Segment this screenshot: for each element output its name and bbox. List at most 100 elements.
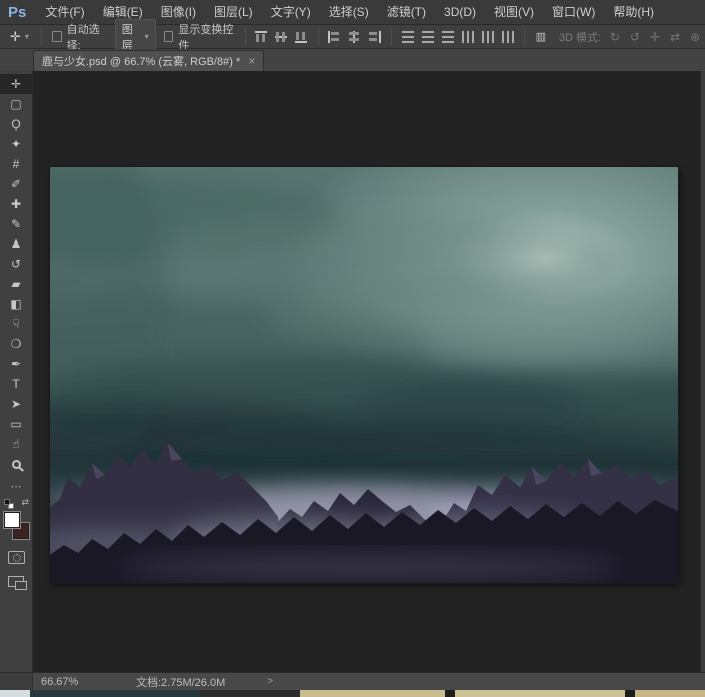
canvas-image[interactable] (50, 167, 678, 583)
current-tool-preset[interactable]: ✛ ▾ (0, 29, 35, 45)
align-right-icon (368, 31, 381, 43)
3d-roll-icon: ↺ (630, 30, 640, 44)
3d-scale-icon: ⊕ (690, 30, 700, 44)
tool-gradient[interactable]: ◧ (0, 294, 33, 314)
healing-brush-icon: ✚ (11, 198, 21, 210)
swap-colors-icon[interactable]: ⇄ (21, 497, 29, 508)
tool-pen[interactable]: ✒ (0, 354, 33, 374)
tool-eraser[interactable]: ▰ (0, 274, 33, 294)
edit-toolbar-button[interactable]: ⋯ (11, 480, 22, 493)
menu-filter[interactable]: 滤镜(T) (378, 0, 435, 24)
3d-slide-button[interactable]: ⇄ (665, 28, 685, 46)
tool-hand[interactable]: ☝ (0, 434, 33, 454)
zoom-level-field[interactable]: 66.67% (33, 676, 88, 688)
status-menu-chevron-icon[interactable]: > (267, 676, 273, 687)
tool-type[interactable]: T (0, 374, 33, 394)
align-top-icon (255, 31, 268, 43)
tool-crop[interactable]: # (0, 154, 33, 174)
distribute-hcenter-button[interactable] (478, 28, 498, 46)
tool-rectangular-marquee[interactable]: ▢ (0, 94, 33, 114)
tool-clone-stamp[interactable]: ♟ (0, 234, 33, 254)
quick-mask-button[interactable] (8, 551, 25, 564)
distribute-vcenter-button[interactable] (418, 28, 438, 46)
tool-rectangle[interactable]: ▭ (0, 414, 33, 434)
mode3d-label: 3D 模式: (559, 29, 601, 45)
separator (41, 28, 42, 46)
foreground-color-swatch[interactable] (4, 512, 20, 528)
distribute-left-button[interactable] (458, 28, 478, 46)
panel-edge (700, 71, 705, 672)
move-tool-icon: ✛ (10, 29, 21, 45)
3d-drag-button[interactable]: ✛ (645, 28, 665, 46)
3d-scale-button[interactable]: ⊕ (685, 28, 705, 46)
desktop-fragment (0, 690, 705, 697)
tool-dodge[interactable]: ❍ (0, 334, 33, 354)
separator (245, 28, 246, 46)
tools-panel: ✛ ▢ Ϙ ✦ # ✐ ✚ ✎ ♟ ↺ ▰ ◧ ☟ ❍ ✒ T ➤ ▭ ☝ ⋯ … (0, 71, 33, 672)
distribute-right-button[interactable] (498, 28, 518, 46)
auto-align-button[interactable]: ▥ (531, 28, 551, 46)
checkbox-icon (164, 31, 174, 42)
separator (391, 28, 392, 46)
smudge-icon: ☟ (12, 318, 19, 330)
3d-rotate-icon: ↻ (610, 30, 620, 44)
type-icon: T (12, 378, 19, 390)
tool-smudge[interactable]: ☟ (0, 314, 33, 334)
3d-rotate-button[interactable]: ↻ (605, 28, 625, 46)
document-tab[interactable]: 鹿与少女.psd @ 66.7% (云雾, RGB/8#) * × (33, 50, 264, 71)
align-bottom-button[interactable] (292, 28, 312, 46)
distribute-bottom-button[interactable] (438, 28, 458, 46)
eraser-icon: ▰ (11, 278, 20, 290)
show-transform-checkbox[interactable]: 显示变换控件 (160, 21, 239, 53)
menu-type[interactable]: 文字(Y) (262, 0, 320, 24)
auto-select-checkbox[interactable]: 自动选择: (48, 21, 111, 53)
align-vcenter-icon (275, 31, 288, 43)
align-left-icon (328, 31, 341, 43)
distribute-right-icon (502, 31, 514, 43)
menu-view[interactable]: 视图(V) (485, 0, 543, 24)
artwork-scene (50, 167, 678, 583)
screen-mode-button[interactable] (8, 576, 24, 587)
tool-history-brush[interactable]: ↺ (0, 254, 33, 274)
tool-quick-selection[interactable]: ✦ (0, 134, 33, 154)
gradient-icon: ◧ (10, 298, 21, 310)
3d-drag-icon: ✛ (650, 30, 660, 44)
chevron-down-icon: ▾ (25, 32, 29, 41)
tool-eyedropper[interactable]: ✐ (0, 174, 33, 194)
tool-brush[interactable]: ✎ (0, 214, 33, 234)
lasso-icon: Ϙ (11, 118, 20, 130)
menu-select[interactable]: 选择(S) (320, 0, 378, 24)
eyedropper-icon: ✐ (11, 178, 21, 190)
auto-select-label: 自动选择: (67, 21, 107, 53)
rectangle-icon: ▭ (10, 418, 21, 430)
auto-align-icon: ▥ (536, 30, 546, 43)
3d-roll-button[interactable]: ↺ (625, 28, 645, 46)
tool-zoom[interactable] (0, 454, 33, 474)
menu-help[interactable]: 帮助(H) (604, 0, 663, 24)
menu-3d[interactable]: 3D(D) (435, 0, 485, 24)
distribute-top-button[interactable] (398, 28, 418, 46)
default-colors-icon[interactable] (4, 499, 14, 509)
close-icon[interactable]: × (248, 54, 255, 68)
clone-stamp-icon: ♟ (11, 238, 22, 250)
align-right-button[interactable] (365, 28, 385, 46)
main-area: ✛ ▢ Ϙ ✦ # ✐ ✚ ✎ ♟ ↺ ▰ ◧ ☟ ❍ ✒ T ➤ ▭ ☝ ⋯ … (0, 71, 705, 672)
align-hcenter-button[interactable] (345, 28, 365, 46)
photoshop-logo: Ps (0, 4, 36, 21)
align-top-button[interactable] (252, 28, 272, 46)
distribute-left-icon (462, 31, 474, 43)
menu-window[interactable]: 窗口(W) (543, 0, 604, 24)
distribute-hcenter-icon (482, 31, 494, 43)
status-bar: 66.67% 文档:2.75M/26.0M > (0, 672, 705, 690)
photoshop-window: Ps 文件(F) 编辑(E) 图像(I) 图层(L) 文字(Y) 选择(S) 滤… (0, 0, 705, 697)
align-vcenter-button[interactable] (272, 28, 292, 46)
color-swatch-widget: ⇄ (2, 499, 30, 543)
tool-spot-healing-brush[interactable]: ✚ (0, 194, 33, 214)
align-bottom-icon (295, 31, 308, 43)
tool-path-selection[interactable]: ➤ (0, 394, 33, 414)
align-left-button[interactable] (325, 28, 345, 46)
3d-slide-icon: ⇄ (670, 30, 680, 44)
tool-lasso[interactable]: Ϙ (0, 114, 33, 134)
tool-move[interactable]: ✛ (0, 74, 33, 94)
auto-select-value: 图层 (122, 21, 140, 53)
